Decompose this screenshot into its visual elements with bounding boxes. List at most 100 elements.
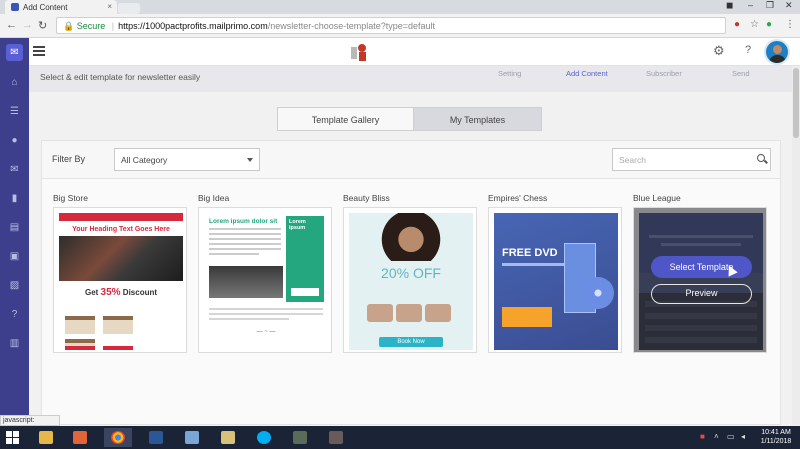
category-select[interactable]: All Category bbox=[114, 148, 260, 171]
step-subscriber[interactable]: Subscriber bbox=[646, 69, 682, 78]
tray-network-icon[interactable]: ▭ bbox=[727, 432, 735, 441]
taskbar-time: 10:41 AM bbox=[761, 429, 791, 436]
taskbar-chrome-icon[interactable] bbox=[104, 428, 132, 447]
new-tab-button[interactable] bbox=[118, 3, 140, 14]
thumbnail-cta: Book Now bbox=[379, 337, 443, 347]
template-thumbnail: 20% OFF Book Now bbox=[349, 213, 473, 350]
step-add-content[interactable]: Add Content bbox=[566, 69, 608, 78]
template-name: Empires' Chess bbox=[488, 193, 548, 203]
chrome-menu-icon[interactable]: ⋮ bbox=[785, 19, 795, 30]
user-icon[interactable]: ● bbox=[8, 134, 21, 147]
mailprimo-logo-icon[interactable]: ✉ bbox=[6, 44, 23, 61]
reload-icon[interactable]: ↻ bbox=[38, 19, 47, 32]
url-input[interactable]: 🔒 Secure | https://1000pactprofits.mailpr… bbox=[56, 17, 726, 34]
tray-chevron-up-icon[interactable]: ˄ bbox=[714, 432, 719, 441]
template-card-beauty-bliss[interactable]: 20% OFF Book Now bbox=[343, 207, 477, 353]
template-thumbnail: FREE DVD bbox=[494, 213, 618, 350]
page-subheader: Select & edit template for newsletter ea… bbox=[29, 66, 800, 92]
profile-icon[interactable]: ◼ bbox=[726, 0, 733, 11]
secure-label: Secure bbox=[76, 21, 106, 31]
taskbar-word-icon[interactable] bbox=[142, 428, 170, 447]
windows-start-icon[interactable] bbox=[6, 431, 19, 444]
user-avatar[interactable] bbox=[764, 39, 790, 65]
taskbar-media-player-icon[interactable] bbox=[66, 428, 94, 447]
tab-my-templates[interactable]: My Templates bbox=[414, 107, 542, 131]
taskbar-date: 1/11/2018 bbox=[760, 438, 792, 445]
extension-icon[interactable]: ● bbox=[734, 19, 740, 30]
taskbar-app-icon[interactable] bbox=[286, 428, 314, 447]
site-favicon-icon bbox=[11, 3, 19, 11]
forward-arrow-icon[interactable]: → bbox=[22, 19, 33, 31]
app-header: ⚙ ? bbox=[29, 38, 800, 66]
settings-gear-icon[interactable]: ⚙ bbox=[713, 43, 725, 59]
help-icon[interactable]: ? bbox=[745, 44, 751, 56]
list-icon[interactable]: ☰ bbox=[8, 105, 21, 118]
thumbnail-discount: Get 35% Discount bbox=[84, 287, 158, 298]
back-arrow-icon[interactable]: ← bbox=[6, 19, 17, 31]
template-icon[interactable]: ▤ bbox=[8, 221, 21, 234]
template-name: Big Store bbox=[53, 193, 88, 203]
browser-status-bar: javascript: bbox=[0, 415, 60, 426]
url-host: https://1000pactprofits.mailprimo.com bbox=[118, 21, 268, 31]
tab-template-gallery[interactable]: Template Gallery bbox=[277, 107, 414, 131]
window-close-button[interactable]: ✕ bbox=[785, 0, 793, 11]
home-icon[interactable]: ⌂ bbox=[8, 76, 21, 89]
gift-icon[interactable]: ▥ bbox=[8, 337, 21, 350]
template-name: Beauty Bliss bbox=[343, 193, 390, 203]
template-card-empires-chess[interactable]: FREE DVD bbox=[488, 207, 622, 353]
help-circle-icon[interactable]: ? bbox=[8, 308, 21, 321]
browser-tab[interactable]: Add Content × bbox=[5, 0, 117, 14]
tab-title: Add Content bbox=[23, 3, 68, 12]
url-path: /newsletter-choose-template?type=default bbox=[267, 21, 436, 31]
step-send[interactable]: Send bbox=[732, 69, 750, 78]
thumbnail-heading: Your Heading Text Goes Here bbox=[72, 226, 170, 233]
template-card-blue-league[interactable]: Select Template Preview bbox=[633, 207, 767, 353]
chevron-down-icon bbox=[247, 158, 253, 162]
taskbar-app-icon[interactable] bbox=[178, 428, 206, 447]
browser-tab-bar: Add Content × ◼ – ❐ ✕ bbox=[0, 0, 800, 14]
contact-book-icon[interactable]: ▣ bbox=[8, 250, 21, 263]
maximize-button[interactable]: ❐ bbox=[766, 0, 774, 11]
filter-label: Filter By bbox=[52, 154, 86, 164]
search-icon[interactable] bbox=[757, 154, 765, 162]
windows-taskbar: ■ ˄ ▭ ◂ 10:41 AM 1/11/2018 bbox=[0, 426, 800, 449]
mail-icon[interactable]: ✉ bbox=[8, 163, 21, 176]
taskbar-folder-icon[interactable] bbox=[214, 428, 242, 447]
category-selected-value: All Category bbox=[121, 155, 168, 165]
select-template-button[interactable]: Select Template bbox=[651, 256, 752, 278]
tray-notification-icon[interactable]: ■ bbox=[700, 432, 705, 441]
filter-bar: Filter By All Category Search bbox=[41, 140, 781, 179]
hamburger-menu-icon[interactable] bbox=[33, 46, 45, 56]
scrollbar-thumb[interactable] bbox=[793, 68, 799, 138]
address-bar: ← → ↻ 🔒 Secure | https://1000pactprofits.… bbox=[0, 14, 800, 38]
taskbar-app-icon[interactable] bbox=[322, 428, 350, 447]
page-scrollbar[interactable] bbox=[792, 66, 800, 425]
bookmark-star-icon[interactable]: ☆ bbox=[750, 19, 759, 30]
minimize-button[interactable]: – bbox=[748, 0, 753, 10]
template-card-big-idea[interactable]: Lorem ipsum dolor sit Lorem ipsum — ~ — bbox=[198, 207, 332, 353]
grammarly-extension-icon[interactable]: ● bbox=[766, 19, 772, 30]
template-thumbnail: Your Heading Text Goes Here Get 35% Disc… bbox=[59, 213, 183, 350]
thumbnail-offer: 20% OFF bbox=[381, 265, 441, 281]
app-logo-icon bbox=[351, 44, 366, 61]
tray-volume-icon[interactable]: ◂ bbox=[741, 432, 745, 441]
sidebar: ✉ ⌂ ☰ ● ✉ ▮ ▤ ▣ ▨ ? ▥ bbox=[0, 38, 29, 425]
card-hover-overlay bbox=[634, 208, 766, 352]
chart-icon[interactable]: ▮ bbox=[8, 192, 21, 205]
preview-button[interactable]: Preview bbox=[651, 284, 752, 304]
taskbar-clock[interactable]: 10:41 AM 1/11/2018 bbox=[756, 428, 796, 446]
template-search-input[interactable]: Search bbox=[612, 148, 771, 171]
lock-icon: 🔒 bbox=[63, 21, 75, 31]
search-placeholder: Search bbox=[619, 155, 646, 165]
tab-close-icon[interactable]: × bbox=[107, 2, 112, 11]
template-name: Blue League bbox=[633, 193, 681, 203]
page-subtitle: Select & edit template for newsletter ea… bbox=[40, 72, 201, 82]
step-setting[interactable]: Setting bbox=[498, 69, 521, 78]
thumbnail-side-heading: Lorem ipsum bbox=[289, 219, 306, 231]
template-card-big-store[interactable]: Your Heading Text Goes Here Get 35% Disc… bbox=[53, 207, 187, 353]
template-thumbnail: Lorem ipsum dolor sit Lorem ipsum — ~ — bbox=[204, 213, 328, 350]
image-icon[interactable]: ▨ bbox=[8, 279, 21, 292]
taskbar-explorer-icon[interactable] bbox=[32, 428, 60, 447]
taskbar-skype-icon[interactable] bbox=[250, 428, 278, 447]
template-name: Big Idea bbox=[198, 193, 230, 203]
